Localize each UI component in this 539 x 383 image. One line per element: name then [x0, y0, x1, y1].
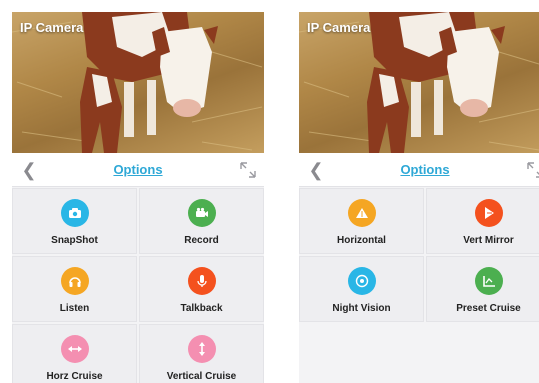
horizontal-flip-icon	[347, 199, 376, 227]
preset-cruise-button[interactable]: Preset Cruise	[426, 256, 539, 322]
vertical-cruise-button[interactable]: Vertical Cruise	[139, 324, 264, 383]
night-vision-button[interactable]: Night Vision	[299, 256, 424, 322]
horizontal-button[interactable]: Horizontal	[299, 188, 424, 254]
camera-icon	[60, 199, 89, 227]
camera-screen-right: IP Camera ❮ Options Horizontal Vert Mirr…	[299, 12, 539, 383]
camera-feed: IP Camera	[12, 12, 264, 153]
talkback-button[interactable]: Talkback	[139, 256, 264, 322]
tile-label: Talkback	[180, 303, 223, 314]
tile-label: Horz Cruise	[46, 371, 103, 382]
options-grid: SnapShot Record Listen Talkback Horz Cru…	[12, 188, 264, 383]
night-vision-icon	[347, 267, 376, 295]
tile-label: SnapShot	[51, 235, 98, 246]
record-button[interactable]: Record	[139, 188, 264, 254]
camera-screen-left: IP Camera ❮ Options SnapShot Record List…	[12, 12, 264, 383]
camera-feed: IP Camera	[299, 12, 539, 153]
vert-mirror-button[interactable]: Vert Mirror	[426, 188, 539, 254]
fullscreen-button[interactable]	[525, 160, 539, 180]
listen-button[interactable]: Listen	[12, 256, 137, 322]
options-bar: ❮ Options	[12, 153, 264, 187]
vertical-arrows-icon	[187, 335, 216, 363]
fullscreen-button[interactable]	[238, 160, 258, 180]
options-tab[interactable]: Options	[12, 162, 264, 177]
tile-label: Vertical Cruise	[166, 371, 237, 382]
tile-label: Record	[184, 235, 219, 246]
headphones-icon	[60, 267, 89, 295]
tile-label: Horizontal	[337, 235, 386, 246]
feed-title: IP Camera	[20, 20, 84, 35]
options-tab[interactable]: Options	[299, 162, 539, 177]
microphone-icon	[187, 267, 216, 295]
video-camera-icon	[187, 199, 216, 227]
expand-icon	[240, 162, 256, 178]
tile-label: Listen	[59, 303, 90, 314]
feed-title: IP Camera	[307, 20, 371, 35]
preset-cruise-icon	[474, 267, 503, 295]
tile-label: Night Vision	[332, 303, 391, 314]
vertical-mirror-icon	[474, 199, 503, 227]
snapshot-button[interactable]: SnapShot	[12, 188, 137, 254]
options-grid: Horizontal Vert Mirror Night Vision Pres…	[299, 188, 539, 322]
expand-icon	[527, 162, 539, 178]
horz-cruise-button[interactable]: Horz Cruise	[12, 324, 137, 383]
tile-label: Vert Mirror	[463, 235, 514, 246]
tile-label: Preset Cruise	[456, 303, 521, 314]
options-bar: ❮ Options	[299, 153, 539, 187]
horizontal-arrows-icon	[60, 335, 89, 363]
